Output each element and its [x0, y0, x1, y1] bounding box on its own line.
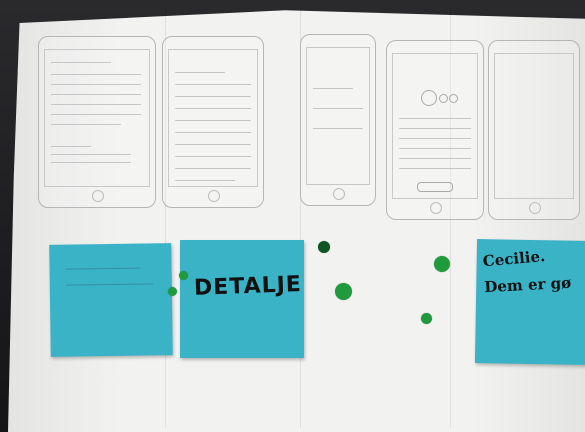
- phone-screen: [392, 53, 478, 199]
- green-dot: [179, 271, 188, 280]
- green-dot: [434, 256, 450, 272]
- phone-screen: [44, 49, 150, 187]
- avatar-sketch: [421, 90, 437, 106]
- phone-screen: [306, 47, 370, 185]
- photo-scene: DETALJE Cecilie. Dem er gø: [0, 0, 585, 432]
- green-dot: [318, 241, 330, 253]
- button-sketch: [417, 182, 453, 192]
- home-button-sketch: [430, 202, 442, 214]
- phone-sketch-list: [300, 34, 376, 206]
- phone-screen: [168, 49, 258, 187]
- phone-sketch-profile: [386, 40, 484, 220]
- green-dot: [168, 287, 177, 296]
- detalje-text: DETALJE: [193, 272, 303, 301]
- home-button-sketch: [92, 190, 104, 202]
- sticky-note-right: Cecilie. Dem er gø: [474, 239, 585, 365]
- home-button-sketch: [208, 190, 220, 202]
- phone-sketch-calendar: [38, 36, 156, 208]
- sticky-note-detalje: DETALJE: [180, 240, 304, 358]
- home-button-sketch: [333, 188, 345, 200]
- note-line-1: Cecilie.: [482, 246, 546, 271]
- phone-sketch-empty: [488, 40, 580, 220]
- phone-screen: [494, 53, 574, 199]
- green-dot: [335, 283, 352, 300]
- circle-sketch: [449, 94, 458, 103]
- circle-sketch: [439, 94, 448, 103]
- faint-writing: [65, 267, 140, 270]
- sticky-note-left: [49, 243, 173, 357]
- green-dot: [421, 313, 432, 324]
- note-line-2: Dem er gø: [483, 273, 572, 297]
- home-button-sketch: [529, 202, 541, 214]
- faint-writing: [65, 283, 154, 286]
- phone-sketch-form: [162, 36, 264, 208]
